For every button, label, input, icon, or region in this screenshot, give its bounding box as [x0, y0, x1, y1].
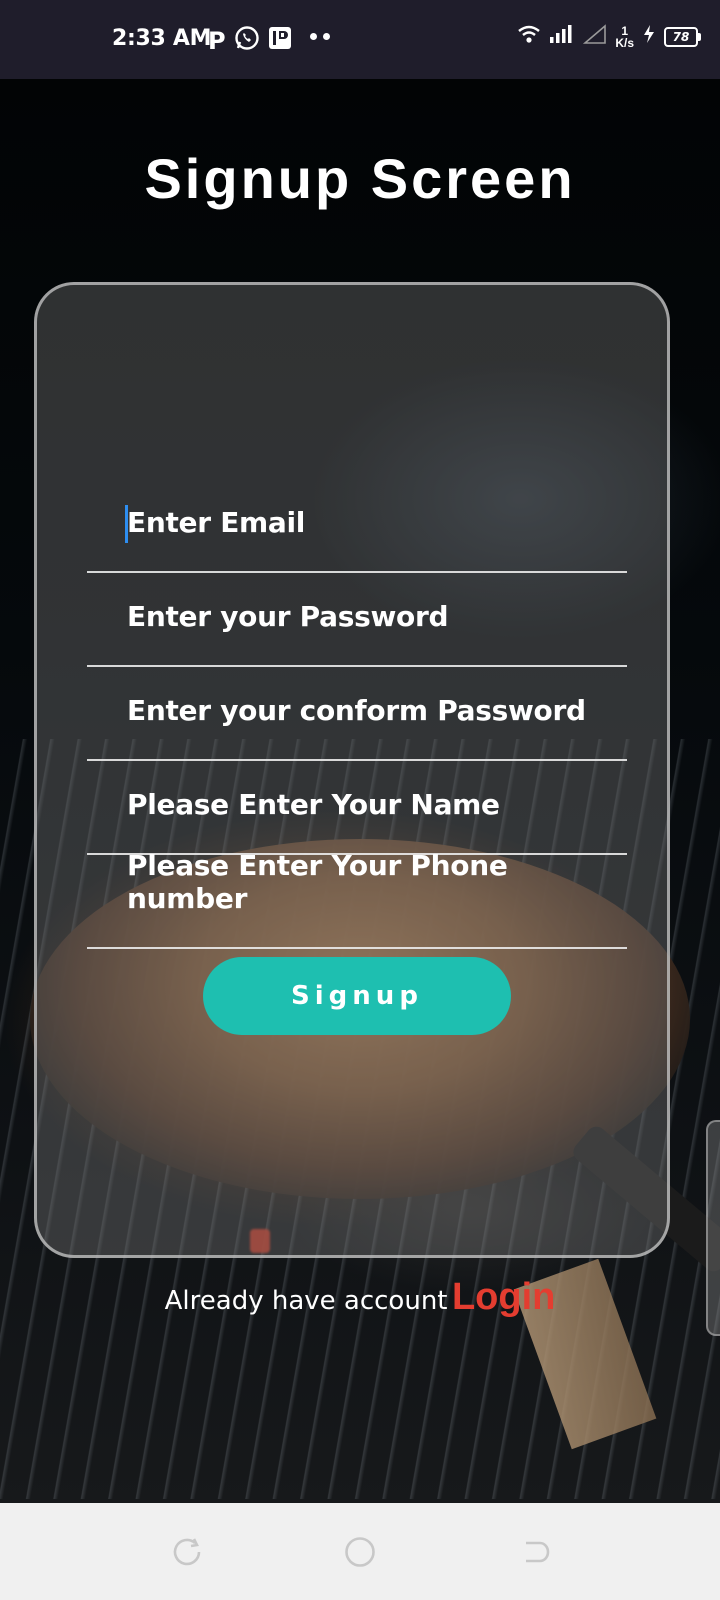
- login-prompt-text: Already have account: [164, 1286, 448, 1316]
- login-link[interactable]: Login: [452, 1276, 555, 1318]
- email-placeholder: Enter Email: [127, 506, 306, 539]
- home-icon[interactable]: [343, 1535, 377, 1569]
- p-icon: P: [208, 26, 226, 55]
- wifi-icon: [517, 24, 541, 49]
- password-field[interactable]: Enter your Password: [87, 573, 627, 667]
- confirm-password-field[interactable]: Enter your conform Password: [87, 667, 627, 761]
- email-field[interactable]: Enter Email: [87, 479, 627, 573]
- name-field[interactable]: Please Enter Your Name: [87, 761, 627, 855]
- system-indicators: 1 K/s 78: [517, 24, 701, 49]
- charging-icon: [642, 24, 656, 49]
- signal-icon: [549, 24, 575, 49]
- more-dots-icon: [310, 33, 330, 40]
- signup-button[interactable]: Signup: [203, 957, 511, 1035]
- login-prompt: Already have account Login: [0, 1276, 720, 1319]
- notification-icons: P: [208, 25, 292, 56]
- confirm-password-placeholder: Enter your conform Password: [127, 694, 586, 727]
- name-placeholder: Please Enter Your Name: [127, 788, 500, 821]
- battery-icon: 78: [664, 26, 701, 47]
- navigation-bar: [0, 1503, 720, 1600]
- page-title: Signup Screen: [144, 147, 576, 210]
- edge-panel-handle[interactable]: [706, 1120, 720, 1336]
- network-speed-value: 1: [621, 23, 628, 38]
- back-icon[interactable]: [518, 1535, 552, 1569]
- whatsapp-icon: [234, 25, 260, 56]
- phone-placeholder: Please Enter Your Phone number: [127, 849, 508, 915]
- signup-card: Enter Email Enter your Password Enter yo…: [34, 282, 670, 1258]
- signal-empty-icon: [583, 24, 607, 49]
- parking-app-icon: [268, 25, 292, 56]
- status-time: 2:33 AM: [112, 26, 212, 51]
- phone-field[interactable]: Please Enter Your Phone number: [87, 849, 627, 949]
- password-placeholder: Enter your Password: [127, 600, 449, 633]
- network-speed-unit: K/s: [615, 35, 634, 50]
- status-bar: 2:33 AM P 1 K/s 78: [0, 0, 720, 79]
- recent-apps-icon[interactable]: [170, 1535, 204, 1569]
- network-speed: 1 K/s: [615, 25, 634, 49]
